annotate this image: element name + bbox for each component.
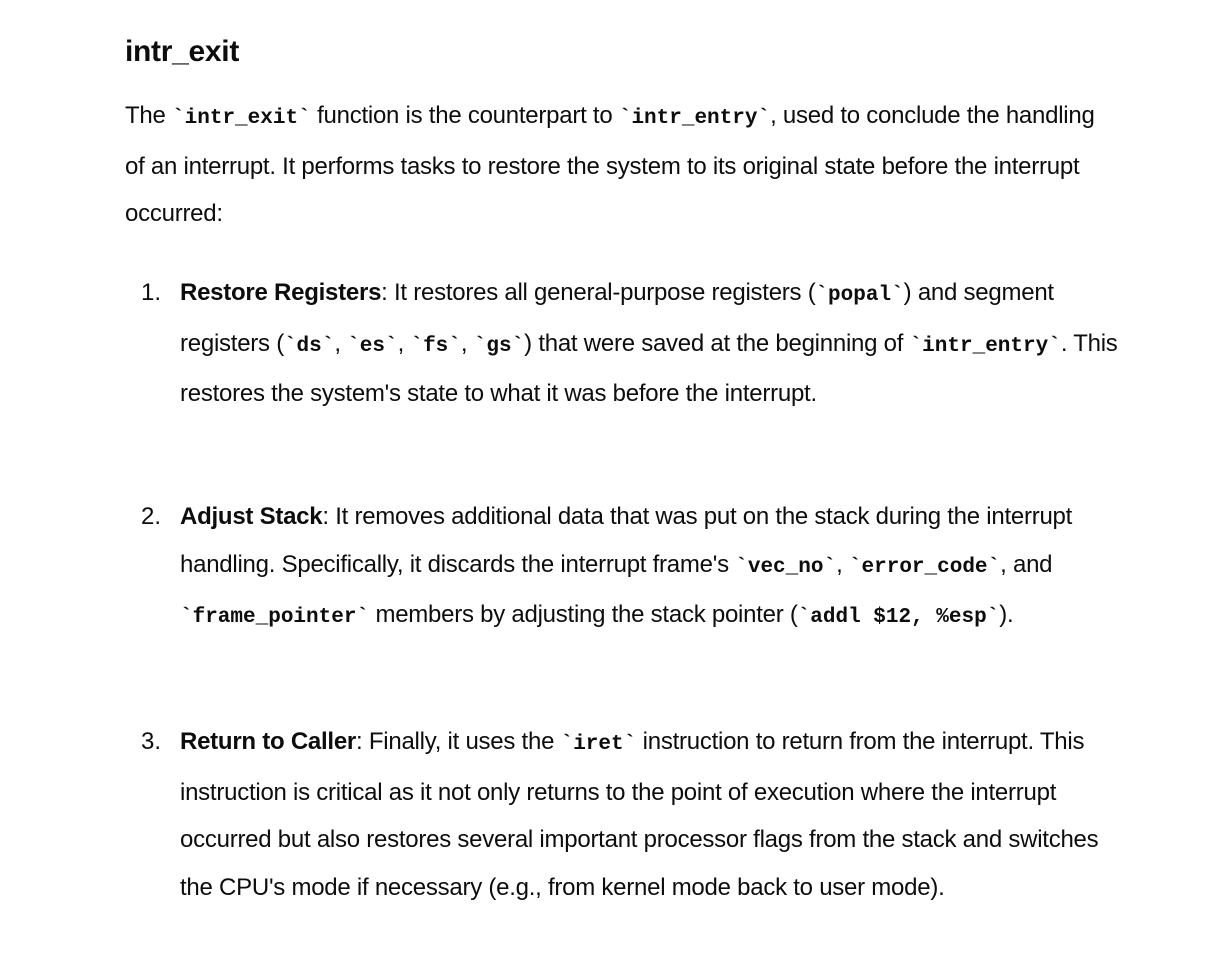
intro-text: function is the counterpart to bbox=[310, 102, 619, 129]
inline-code: `intr_exit` bbox=[172, 107, 311, 130]
item-text-run: ). bbox=[999, 601, 1014, 628]
section-heading: intr_exit bbox=[125, 35, 240, 68]
item-text-run: , bbox=[334, 329, 348, 357]
list-item-title: Return to Caller bbox=[180, 728, 357, 755]
list-item-title: Adjust Stack bbox=[180, 503, 323, 530]
inline-code: `vec_no` bbox=[735, 555, 837, 579]
item-text-run: : Finally, it uses the bbox=[356, 728, 561, 755]
item-text-run: members by adjusting the stack pointer ( bbox=[369, 601, 798, 628]
inline-code: `frame_pointer` bbox=[180, 606, 370, 629]
inline-code: `ds` bbox=[283, 334, 335, 358]
inline-code: `error_code` bbox=[848, 555, 1001, 579]
inline-code: `intr_entry` bbox=[618, 107, 771, 130]
intro-text: The bbox=[125, 102, 173, 129]
list-item-number: 2. bbox=[141, 503, 162, 530]
item-text-run: , and bbox=[1000, 550, 1053, 578]
intro-paragraph: The `intr_exit` function is the counterp… bbox=[125, 92, 1115, 238]
item-text-run: , bbox=[460, 329, 474, 357]
inline-code: `fs` bbox=[410, 334, 461, 358]
list-item-title: Restore Registers bbox=[180, 279, 382, 306]
inline-code: `iret` bbox=[560, 733, 637, 756]
list-item-number: 1. bbox=[141, 279, 162, 306]
inline-code: `addl $12, %esp` bbox=[797, 606, 1000, 629]
inline-code: `es` bbox=[347, 334, 398, 358]
inline-code: `popal` bbox=[815, 284, 904, 307]
item-text-run: ) that were saved at the beginning of bbox=[524, 329, 910, 357]
inline-code: `intr_entry` bbox=[909, 334, 1061, 358]
list-item-text: Restore Registers: It restores all gener… bbox=[180, 269, 1125, 418]
inline-code: `gs` bbox=[473, 334, 525, 358]
list-item-number: 3. bbox=[141, 728, 162, 755]
list-item-text: Return to Caller: Finally, it uses the `… bbox=[180, 718, 1125, 911]
item-text-run: , bbox=[836, 550, 849, 578]
list-item-text: Adjust Stack: It removes additional data… bbox=[180, 493, 1125, 642]
item-text-run: : It restores all general-purpose regist… bbox=[381, 279, 816, 306]
item-text-run: , bbox=[397, 329, 411, 357]
